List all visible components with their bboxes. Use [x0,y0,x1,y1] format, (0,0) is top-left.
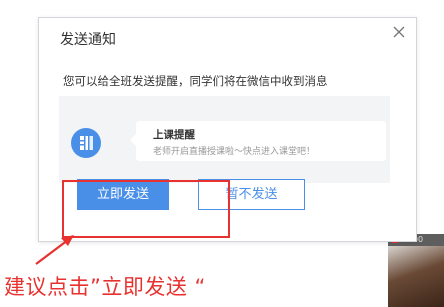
annotation-highlight-box [62,180,230,238]
notice-text: 老师开启直播授课啦～快点进入课堂吧！ [153,147,316,157]
screen: 00:00 发送通知 您可以给全班发送提醒，同学们将在微信中收到消息 上课提醒 … [0,0,444,307]
app-book-icon [71,128,101,158]
video-frame [388,246,444,307]
arrow-icon [35,235,74,265]
notice-title: 上课提醒 [153,129,195,141]
background-video-thumbnail: 00:00 [388,234,444,307]
notice-preview-card: 上课提醒 老师开启直播授课啦～快点进入课堂吧！ [59,96,390,183]
annotation-text: 建议点击”立即发送 “ [4,275,206,299]
dialog-title: 发送通知 [60,32,116,48]
dialog-description: 您可以给全班发送提醒，同学们将在微信中收到消息 [63,74,328,88]
notice-message-bubble: 上课提醒 老师开启直播授课啦～快点进入课堂吧！ [130,121,386,161]
close-icon[interactable] [391,24,407,40]
